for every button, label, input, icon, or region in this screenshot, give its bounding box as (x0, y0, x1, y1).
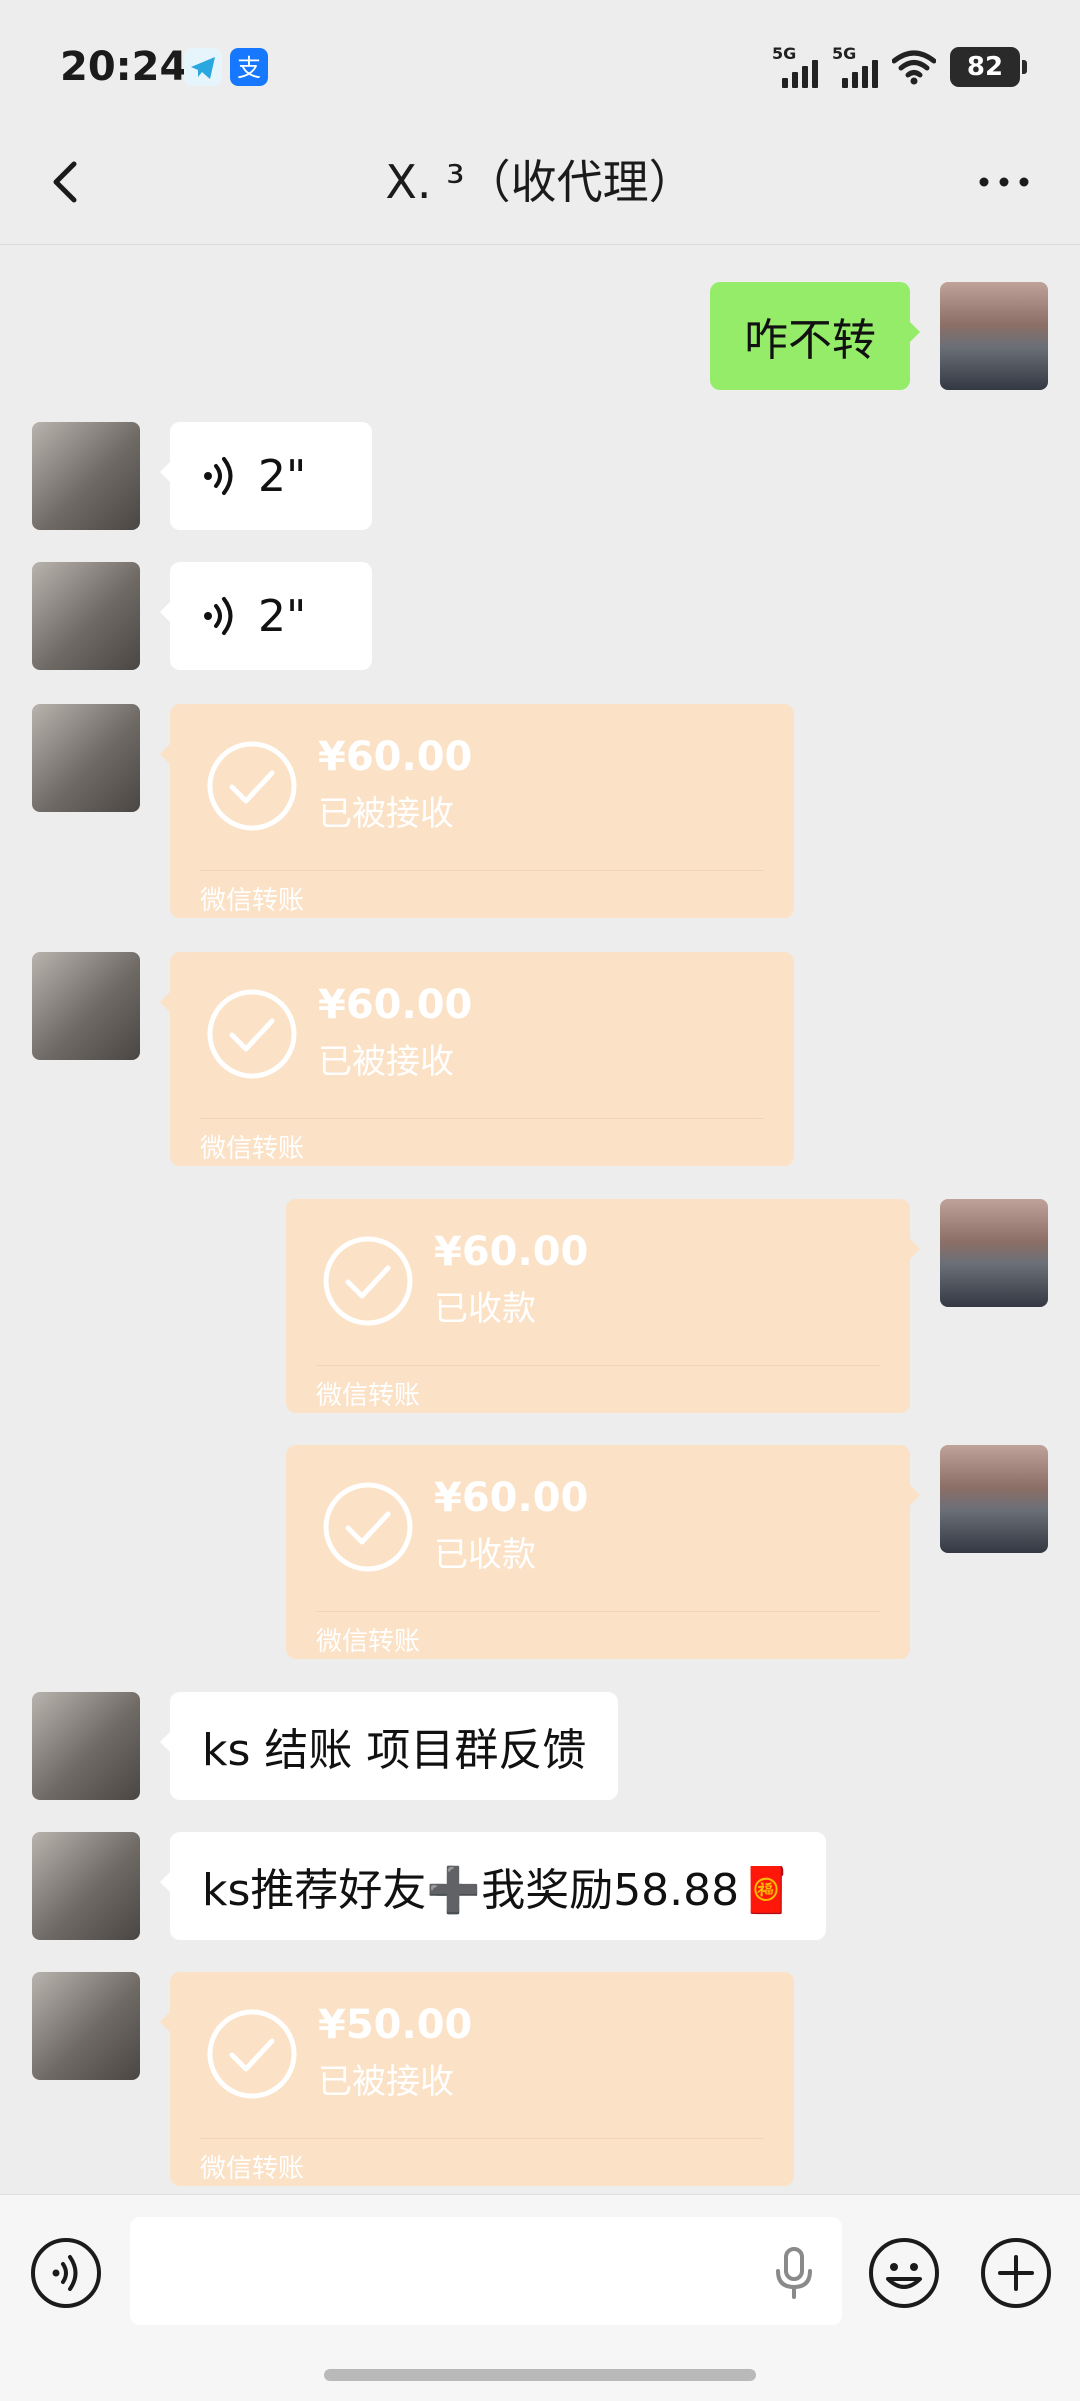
chat-header: X. ³（收代理） (0, 120, 1080, 245)
message-bubble[interactable]: 咋不转 (710, 282, 920, 390)
transfer-label: 微信转账 (200, 1134, 305, 1164)
voice-wave-icon (204, 457, 233, 495)
cell-signal-1-icon: 5G (772, 44, 818, 88)
alipay-app-icon: 支 (230, 48, 268, 86)
voice-duration: 2" (258, 590, 307, 642)
check-circle-icon (207, 2009, 297, 2099)
transfer-label: 微信转账 (200, 886, 305, 916)
svg-text:支: 支 (237, 54, 261, 82)
cell-signal-2-icon: 5G (832, 44, 878, 88)
transfer-card[interactable]: ¥60.00 已收款 微信转账 (286, 1445, 920, 1659)
status-time: 20:24 (60, 44, 188, 90)
transfer-label: 微信转账 (316, 1627, 421, 1657)
divider (200, 2138, 764, 2139)
message-text: 咋不转 (744, 315, 876, 366)
avatar[interactable] (32, 952, 140, 1060)
voice-input-icon[interactable] (30, 2237, 102, 2309)
emoji-icon[interactable] (868, 2237, 940, 2309)
microphone-icon[interactable] (770, 2245, 818, 2301)
more-options-icon[interactable] (968, 150, 1040, 214)
input-bar (0, 2194, 1080, 2401)
wifi-icon (892, 50, 936, 85)
divider (316, 1365, 880, 1366)
message-bubble[interactable]: ks推荐好友➕我奖励58.88🧧 (160, 1832, 826, 1940)
transfer-amount: ¥50.00 (318, 2002, 473, 2048)
chat-title: X. ³（收代理） (385, 155, 695, 209)
avatar[interactable] (940, 1199, 1048, 1307)
message-input[interactable] (130, 2217, 842, 2325)
divider (316, 1611, 880, 1612)
check-circle-icon (207, 989, 297, 1079)
avatar[interactable] (32, 1692, 140, 1800)
home-indicator (324, 2369, 756, 2381)
plus-icon[interactable] (980, 2237, 1052, 2309)
transfer-status: 已被接收 (318, 794, 454, 834)
avatar[interactable] (32, 704, 140, 812)
transfer-amount: ¥60.00 (318, 982, 473, 1028)
transfer-card[interactable]: ¥60.00 已收款 微信转账 (286, 1199, 920, 1413)
voice-message-bubble[interactable]: 2" (160, 562, 372, 670)
transfer-amount: ¥60.00 (434, 1475, 589, 1521)
check-circle-icon (323, 1236, 413, 1326)
message-text: ks 结账 项目群反馈 (202, 1725, 587, 1776)
message-text: ks推荐好友➕我奖励58.88🧧 (202, 1865, 794, 1916)
message-list[interactable]: 咋不转 2" 2" ¥60.00 已被接收 微信转账 ¥60.00 已被接收 微… (0, 244, 1080, 2194)
check-circle-icon (323, 1482, 413, 1572)
avatar[interactable] (32, 1832, 140, 1940)
check-circle-icon (207, 741, 297, 831)
divider (200, 870, 764, 871)
avatar[interactable] (940, 282, 1048, 390)
avatar[interactable] (940, 1445, 1048, 1553)
transfer-status: 已被接收 (318, 2062, 454, 2102)
voice-wave-icon (204, 597, 233, 635)
transfer-status: 已被接收 (318, 1042, 454, 1082)
transfer-label: 微信转账 (316, 1381, 421, 1411)
transfer-card[interactable]: ¥60.00 已被接收 微信转账 (160, 952, 794, 1166)
telegram-app-icon (184, 48, 222, 86)
status-bar: 20:24 支 5G 5G 82 (0, 0, 1080, 120)
voice-message-bubble[interactable]: 2" (160, 422, 372, 530)
battery-indicator: 82 (950, 47, 1027, 87)
transfer-card[interactable]: ¥50.00 已被接收 微信转账 (160, 1972, 794, 2186)
transfer-label: 微信转账 (200, 2154, 305, 2184)
avatar[interactable] (32, 422, 140, 530)
divider (200, 1118, 764, 1119)
transfer-card[interactable]: ¥60.00 已被接收 微信转账 (160, 704, 794, 918)
avatar[interactable] (32, 1972, 140, 2080)
transfer-status: 已收款 (434, 1535, 536, 1575)
transfer-amount: ¥60.00 (434, 1229, 589, 1275)
voice-duration: 2" (258, 450, 307, 502)
message-bubble[interactable]: ks 结账 项目群反馈 (159, 1692, 619, 1800)
transfer-status: 已收款 (434, 1289, 536, 1329)
avatar[interactable] (32, 562, 140, 670)
transfer-amount: ¥60.00 (318, 734, 473, 780)
